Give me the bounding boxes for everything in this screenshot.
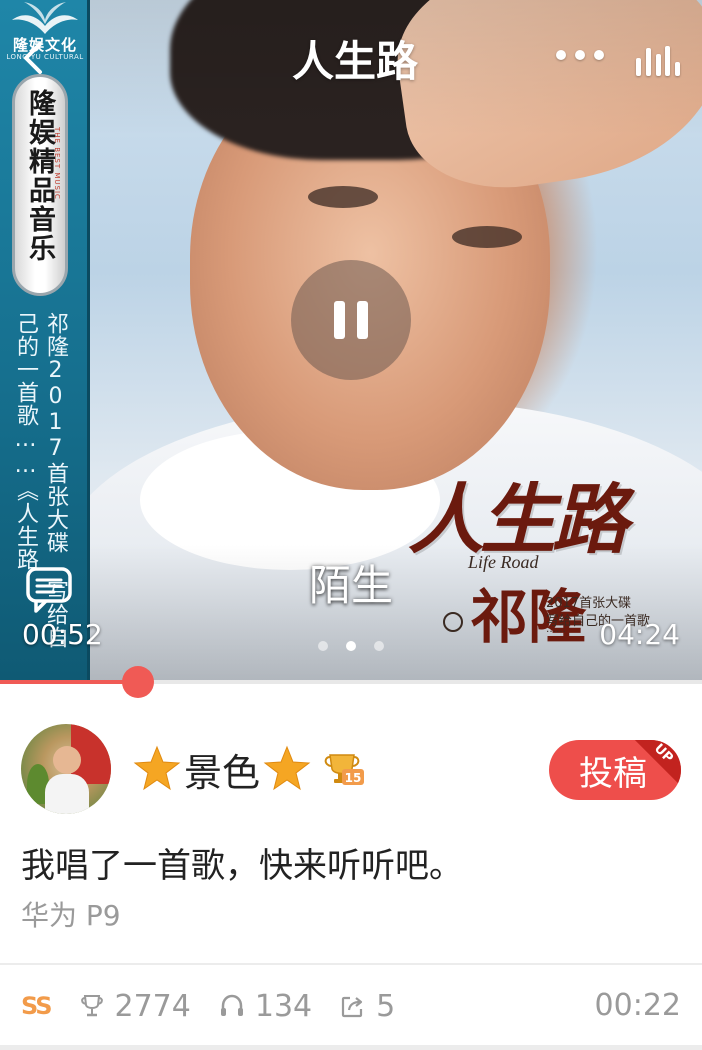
trophy-level: 15	[345, 771, 362, 785]
total-time: 04:24	[599, 618, 680, 651]
eq-bar	[665, 46, 671, 76]
progress-fill	[0, 680, 138, 684]
post-description: 我唱了一首歌，快来听听吧。	[21, 846, 463, 886]
progress-bar[interactable]	[0, 666, 702, 698]
comment-icon[interactable]	[24, 566, 74, 614]
likes-stat[interactable]: 2774	[79, 989, 191, 1024]
more-dot	[594, 50, 604, 60]
headphones-icon	[220, 994, 243, 1016]
trophy-outline-icon	[80, 995, 103, 1017]
post-device: 华为 P9	[21, 899, 121, 932]
eq-bar	[645, 48, 651, 76]
pause-icon-bar	[357, 301, 368, 339]
page-dot[interactable]	[374, 641, 384, 651]
avatar-person-head	[53, 746, 81, 774]
avatar-person-body	[45, 774, 89, 814]
page-title: 人生路	[291, 37, 418, 86]
divider	[0, 963, 702, 965]
submit-button[interactable]: 投稿 UP	[549, 740, 681, 800]
bottom-divider	[0, 1045, 702, 1050]
likes-count: 2774	[114, 988, 191, 1024]
more-dot	[575, 50, 585, 60]
more-dot	[556, 50, 566, 60]
current-lyric: 陌生	[308, 561, 393, 610]
star-icon	[133, 745, 181, 791]
eq-bar	[675, 62, 680, 76]
location-pin-icon	[443, 612, 463, 632]
chevron-left-icon[interactable]	[16, 40, 52, 76]
listens-stat[interactable]: 134	[219, 989, 312, 1024]
eq-bar	[636, 58, 641, 76]
banner-plaque: 隆娱精品音乐 THE BEST MUSIC	[12, 74, 68, 296]
username-row: 景色 15	[132, 742, 366, 796]
pause-icon-bar	[334, 301, 345, 339]
album-art[interactable]: 隆娱文化 LONG YU CULTURAL 隆娱精品音乐 THE BEST MU…	[0, 0, 702, 680]
page-dot[interactable]	[318, 641, 328, 651]
trophy-icon: 15	[324, 754, 365, 785]
trophy-level-icon: 15	[324, 749, 366, 789]
more-dots-icon[interactable]	[556, 40, 604, 70]
shares-stat[interactable]: 5	[340, 989, 395, 1024]
page-indicator	[318, 641, 384, 651]
listens-count: 134	[254, 988, 313, 1024]
username[interactable]: 景色	[184, 742, 260, 797]
quality-tag: SS	[21, 992, 52, 1020]
eq-bar	[655, 54, 661, 76]
progress-thumb[interactable]	[121, 666, 154, 698]
wings-logo-icon	[12, 2, 78, 34]
share-icon	[342, 996, 363, 1018]
page-dot-active[interactable]	[346, 641, 356, 651]
submit-button-label: 投稿	[579, 753, 647, 794]
album-line-3: ……	[546, 624, 566, 635]
stats-row: SS 2774 134 5	[21, 986, 423, 1026]
album-title-art: 人生路	[408, 458, 698, 564]
album-line-1: 2017首张大碟	[546, 596, 632, 611]
pause-button[interactable]	[291, 260, 411, 380]
current-time: 00:52	[22, 618, 103, 651]
avatar[interactable]	[21, 724, 111, 814]
star-icon	[263, 745, 311, 791]
shares-count: 5	[376, 988, 396, 1024]
clip-duration: 00:22	[594, 988, 681, 1023]
plaque-subtext: THE BEST MUSIC	[53, 127, 61, 200]
equalizer-icon[interactable]	[636, 44, 680, 76]
